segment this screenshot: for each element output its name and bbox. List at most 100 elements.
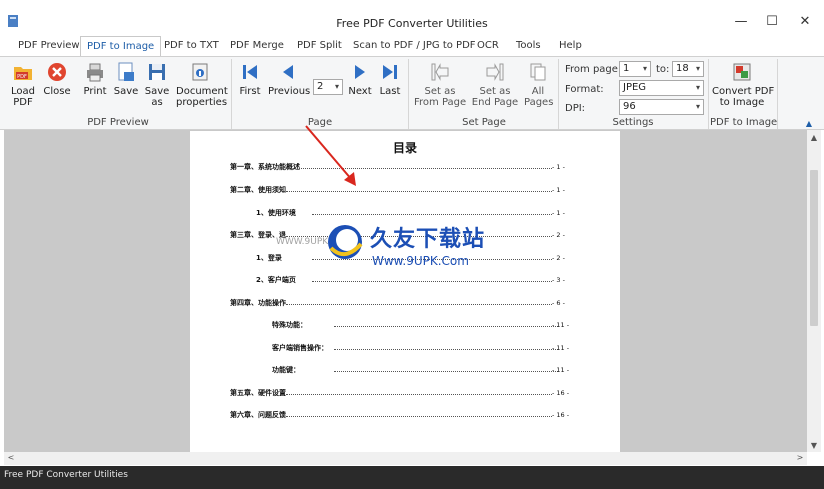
set-from-page-icon xyxy=(431,63,449,81)
next-page-label: Next xyxy=(348,86,372,97)
to-label: to: xyxy=(656,64,670,75)
toc-entry[interactable]: 第五章、硬件设置 xyxy=(230,388,286,398)
all-pages-button[interactable]: All Pages xyxy=(524,61,554,108)
first-page-icon xyxy=(243,65,257,79)
dpi-label: DPI: xyxy=(565,103,586,114)
to-page-input[interactable]: 18 ▾ xyxy=(672,61,704,77)
all-pages-label: All Pages xyxy=(524,86,554,108)
format-value: JPEG xyxy=(623,82,647,93)
toc-entry[interactable]: 第六章、问题反馈 xyxy=(230,410,286,420)
load-pdf-button[interactable]: PDF Load PDF xyxy=(8,61,38,108)
scroll-left-icon[interactable]: < xyxy=(4,453,18,462)
close-pdf-label: Close xyxy=(43,86,71,97)
last-page-icon xyxy=(383,65,397,79)
convert-pdf-to-image-label: Convert PDF to Image xyxy=(712,86,775,108)
watermark-main-text: 久友下载站 xyxy=(370,227,486,252)
last-page-label: Last xyxy=(379,86,401,97)
tab-pdf-preview[interactable]: PDF Preview xyxy=(18,38,80,56)
toc-page-number: - 2 - xyxy=(552,254,565,262)
toc-page-number: - 6 - xyxy=(552,299,565,307)
load-pdf-label: Load PDF xyxy=(11,86,35,108)
ribbon: PDF Load PDF Close Print Save Save as Do… xyxy=(0,56,824,130)
first-page-label: First xyxy=(239,86,261,97)
set-end-page-icon xyxy=(486,63,504,81)
next-page-button[interactable]: Next xyxy=(348,61,372,97)
toc-entry[interactable]: 第四章、功能操作 xyxy=(230,298,286,308)
page-number-input[interactable]: 2 ▾ xyxy=(313,79,343,95)
red-arrow-icon xyxy=(305,125,356,186)
tab-pdf-to-txt[interactable]: PDF to TXT xyxy=(164,38,219,56)
next-page-icon xyxy=(355,65,365,79)
page-number-dropdown-icon[interactable]: ▾ xyxy=(335,80,339,94)
toc-entry[interactable]: 第一章、系统功能概述 xyxy=(230,162,300,172)
toc-leader-dots xyxy=(312,281,552,282)
scroll-down-icon[interactable]: ▼ xyxy=(807,441,821,450)
watermark-logo-icon xyxy=(328,225,363,259)
format-label: Format: xyxy=(565,84,604,95)
first-page-button[interactable]: First xyxy=(238,61,262,97)
toc-leader-dots xyxy=(334,326,558,327)
horizontal-scrollbar[interactable] xyxy=(4,452,807,465)
tab-scan-to-pdf[interactable]: Scan to PDF / JPG to PDF xyxy=(353,38,476,56)
tab-pdf-split[interactable]: PDF Split xyxy=(297,38,342,56)
tab-ocr[interactable]: OCR xyxy=(477,38,499,56)
toc-entry[interactable]: 客户端销售操作： xyxy=(272,343,328,353)
toc-leader-dots xyxy=(286,394,552,395)
tab-tools[interactable]: Tools xyxy=(516,38,541,56)
watermark-sub-text: Www.9UPK.Com xyxy=(372,254,469,268)
to-page-dropdown-icon[interactable]: ▾ xyxy=(696,62,700,76)
from-page-input[interactable]: 1 ▾ xyxy=(619,61,651,77)
tab-pdf-to-image[interactable]: PDF to Image xyxy=(80,36,162,56)
previous-page-button[interactable]: Previous xyxy=(268,61,310,97)
toc-entry[interactable]: 功能键： xyxy=(272,365,300,375)
svg-text:PDF: PDF xyxy=(17,74,27,80)
pdf-preview-group-label: PDF Preview xyxy=(87,117,149,128)
set-from-page-label: Set as From Page xyxy=(414,86,467,108)
document-properties-button[interactable]: Document properties xyxy=(176,61,228,108)
close-window-button[interactable]: ✕ xyxy=(795,12,815,32)
document-properties-label: Document properties xyxy=(176,86,228,108)
toc-entry[interactable]: 1、登录 xyxy=(256,253,282,263)
title-bar: Free PDF Converter Utilities — ☐ ✕ xyxy=(0,0,824,38)
dpi-select[interactable]: 96 ▾ xyxy=(619,99,704,115)
toc-entry[interactable]: 特殊功能： xyxy=(272,320,307,330)
vertical-scroll-thumb[interactable] xyxy=(810,170,818,326)
maximize-button[interactable]: ☐ xyxy=(762,12,782,32)
save-as-button[interactable]: Save as xyxy=(144,61,170,108)
toc-entry[interactable]: 1、使用环境 xyxy=(256,208,296,218)
save-label: Save xyxy=(113,86,139,97)
scroll-up-icon[interactable]: ▲ xyxy=(807,133,821,142)
tab-help[interactable]: Help xyxy=(559,38,582,56)
all-pages-icon xyxy=(530,63,546,81)
close-circle-icon xyxy=(48,63,66,81)
from-page-value: 1 xyxy=(623,63,630,74)
toc-leader-dots xyxy=(286,416,552,417)
group-separator xyxy=(777,59,778,129)
print-button[interactable]: Print xyxy=(82,61,108,97)
last-page-button[interactable]: Last xyxy=(378,61,402,97)
save-button[interactable]: Save xyxy=(113,61,139,97)
toc-entry[interactable]: 第二章、使用须知 xyxy=(230,185,286,195)
convert-pdf-to-image-button[interactable]: Convert PDF to Image xyxy=(712,61,775,108)
document-properties-icon xyxy=(192,63,208,81)
close-pdf-button[interactable]: Close xyxy=(42,61,72,97)
format-dropdown-icon[interactable]: ▾ xyxy=(696,81,700,95)
tab-pdf-merge[interactable]: PDF Merge xyxy=(230,38,284,56)
previous-page-icon xyxy=(283,65,293,79)
collapse-ribbon-button[interactable]: ▲ xyxy=(802,119,816,129)
toc-entry[interactable]: 2、客户端页 xyxy=(256,275,296,285)
convert-image-icon xyxy=(733,63,751,81)
set-from-page-button[interactable]: Set as From Page xyxy=(414,61,466,108)
dpi-dropdown-icon[interactable]: ▾ xyxy=(696,100,700,114)
group-separator xyxy=(231,59,232,129)
set-end-page-button[interactable]: Set as End Page xyxy=(470,61,520,108)
minimize-button[interactable]: — xyxy=(731,12,751,32)
toc-page-number: - 1 - xyxy=(552,163,565,171)
group-separator xyxy=(708,59,709,129)
scroll-right-icon[interactable]: > xyxy=(793,453,807,462)
pdf-page: 目录 第一章、系统功能概述 - 1 - 第二章、使用须知 - 1 - 1、使用环境 - 1… xyxy=(190,131,620,452)
format-select[interactable]: JPEG ▾ xyxy=(619,80,704,96)
group-separator xyxy=(408,59,409,129)
from-page-dropdown-icon[interactable]: ▾ xyxy=(643,62,647,76)
set-end-page-label: Set as End Page xyxy=(471,86,519,108)
